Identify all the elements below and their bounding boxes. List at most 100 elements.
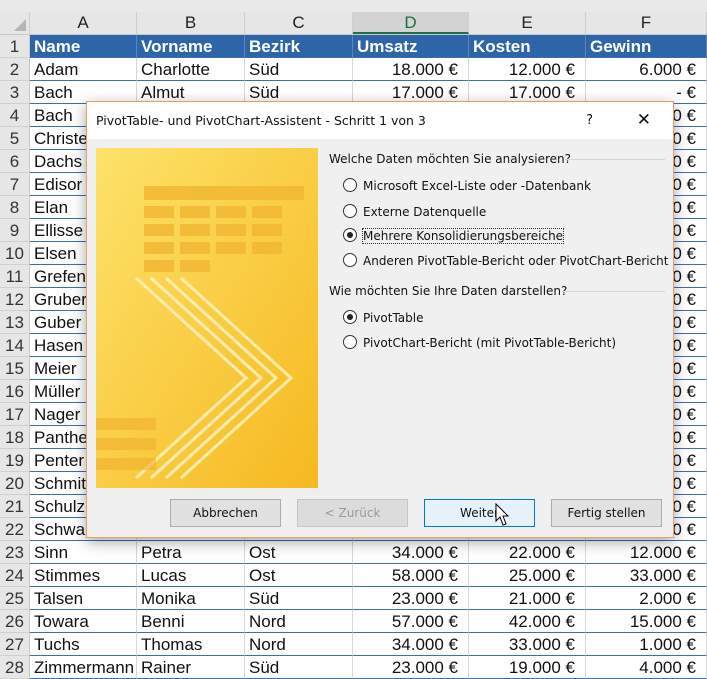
cell-B1[interactable]: Vorname — [137, 35, 245, 58]
row-number[interactable]: 5 — [0, 127, 30, 150]
row-number[interactable]: 2 — [0, 58, 30, 81]
cell-B2[interactable]: Charlotte — [137, 58, 245, 81]
column-header-B[interactable]: B — [137, 12, 245, 34]
cell-B23[interactable]: Petra — [137, 541, 245, 564]
column-header-C[interactable]: C — [245, 12, 353, 34]
cell-E27[interactable]: 33.000 € — [469, 633, 586, 656]
cell-A24[interactable]: Stimmes — [30, 564, 137, 587]
radio-option[interactable]: PivotTable — [343, 309, 424, 327]
radio-option[interactable]: Anderen PivotTable-Bericht oder PivotCha… — [343, 252, 669, 270]
cell-F27[interactable]: 1.000 € — [586, 633, 707, 656]
radio-button[interactable] — [343, 310, 357, 324]
row-number[interactable]: 17 — [0, 403, 30, 426]
row-number[interactable]: 12 — [0, 288, 30, 311]
cell-D26[interactable]: 57.000 € — [353, 610, 469, 633]
cell-A27[interactable]: Tuchs — [30, 633, 137, 656]
column-header-E[interactable]: E — [469, 12, 586, 34]
row-number[interactable]: 18 — [0, 426, 30, 449]
cell-F25[interactable]: 2.000 € — [586, 587, 707, 610]
next-button[interactable]: Weiter — [424, 499, 535, 527]
radio-button[interactable] — [343, 253, 357, 267]
radio-option[interactable]: Mehrere Konsolidierungsbereiche — [343, 227, 565, 245]
cell-C1[interactable]: Bezirk — [245, 35, 353, 58]
cell-F28[interactable]: 4.000 € — [586, 656, 707, 679]
row-number[interactable]: 13 — [0, 311, 30, 334]
row-number[interactable]: 1 — [0, 35, 30, 58]
cell-F26[interactable]: 15.000 € — [586, 610, 707, 633]
radio-button[interactable] — [343, 228, 357, 242]
row-number[interactable]: 6 — [0, 150, 30, 173]
row-number[interactable]: 14 — [0, 334, 30, 357]
help-button[interactable]: ? — [586, 102, 593, 139]
row-number[interactable]: 11 — [0, 265, 30, 288]
cell-A26[interactable]: Towara — [30, 610, 137, 633]
radio-button[interactable] — [343, 178, 357, 192]
row-number[interactable]: 15 — [0, 357, 30, 380]
row-number[interactable]: 26 — [0, 610, 30, 633]
cell-F23[interactable]: 12.000 € — [586, 541, 707, 564]
row-number[interactable]: 10 — [0, 242, 30, 265]
row-number[interactable]: 19 — [0, 449, 30, 472]
cell-D23[interactable]: 34.000 € — [353, 541, 469, 564]
radio-option[interactable]: Externe Datenquelle — [343, 203, 486, 221]
cell-D1[interactable]: Umsatz — [353, 35, 469, 58]
cell-A23[interactable]: Sinn — [30, 541, 137, 564]
cell-B24[interactable]: Lucas — [137, 564, 245, 587]
cell-E2[interactable]: 12.000 € — [469, 58, 586, 81]
row-number[interactable]: 24 — [0, 564, 30, 587]
cell-B28[interactable]: Rainer — [137, 656, 245, 679]
row-number[interactable]: 28 — [0, 656, 30, 679]
cell-D28[interactable]: 23.000 € — [353, 656, 469, 679]
cell-E25[interactable]: 21.000 € — [469, 587, 586, 610]
cell-C25[interactable]: Süd — [245, 587, 353, 610]
cancel-button[interactable]: Abbrechen — [170, 499, 281, 527]
radio-option[interactable]: Microsoft Excel-Liste oder -Datenbank — [343, 177, 591, 195]
cell-A1[interactable]: Name — [30, 35, 137, 58]
cell-C28[interactable]: Süd — [245, 656, 353, 679]
row-number[interactable]: 7 — [0, 173, 30, 196]
cell-D24[interactable]: 58.000 € — [353, 564, 469, 587]
row-number[interactable]: 4 — [0, 104, 30, 127]
cell-E26[interactable]: 42.000 € — [469, 610, 586, 633]
column-header-A[interactable]: A — [30, 12, 137, 34]
cell-C27[interactable]: Nord — [245, 633, 353, 656]
row-number[interactable]: 25 — [0, 587, 30, 610]
cell-E28[interactable]: 19.000 € — [469, 656, 586, 679]
cell-F1[interactable]: Gewinn — [586, 35, 707, 58]
row-number[interactable]: 3 — [0, 81, 30, 104]
cell-E1[interactable]: Kosten — [469, 35, 586, 58]
radio-button[interactable] — [343, 204, 357, 218]
column-header-F[interactable]: F — [586, 12, 707, 34]
radio-button[interactable] — [343, 335, 357, 349]
cell-C2[interactable]: Süd — [245, 58, 353, 81]
cell-A2[interactable]: Adam — [30, 58, 137, 81]
back-button[interactable]: < Zurück — [297, 499, 408, 527]
cell-D2[interactable]: 18.000 € — [353, 58, 469, 81]
cell-D27[interactable]: 34.000 € — [353, 633, 469, 656]
column-header-D[interactable]: D — [353, 12, 469, 34]
cell-F24[interactable]: 33.000 € — [586, 564, 707, 587]
cell-E24[interactable]: 25.000 € — [469, 564, 586, 587]
radio-option[interactable]: PivotChart-Bericht (mit PivotTable-Beric… — [343, 334, 616, 352]
cell-B26[interactable]: Benni — [137, 610, 245, 633]
cell-F2[interactable]: 6.000 € — [586, 58, 707, 81]
close-button[interactable]: ✕ — [637, 102, 651, 139]
cell-B27[interactable]: Thomas — [137, 633, 245, 656]
row-number[interactable]: 16 — [0, 380, 30, 403]
select-all-button[interactable] — [0, 12, 30, 34]
cell-A25[interactable]: Talsen — [30, 587, 137, 610]
row-number[interactable]: 23 — [0, 541, 30, 564]
row-number[interactable]: 20 — [0, 472, 30, 495]
cell-B25[interactable]: Monika — [137, 587, 245, 610]
cell-C26[interactable]: Nord — [245, 610, 353, 633]
row-number[interactable]: 27 — [0, 633, 30, 656]
row-number[interactable]: 21 — [0, 495, 30, 518]
row-number[interactable]: 9 — [0, 219, 30, 242]
cell-A28[interactable]: Zimmermann — [30, 656, 137, 679]
cell-C24[interactable]: Ost — [245, 564, 353, 587]
row-number[interactable]: 22 — [0, 518, 30, 541]
finish-button[interactable]: Fertig stellen — [551, 499, 662, 527]
cell-D25[interactable]: 23.000 € — [353, 587, 469, 610]
cell-C23[interactable]: Ost — [245, 541, 353, 564]
row-number[interactable]: 8 — [0, 196, 30, 219]
